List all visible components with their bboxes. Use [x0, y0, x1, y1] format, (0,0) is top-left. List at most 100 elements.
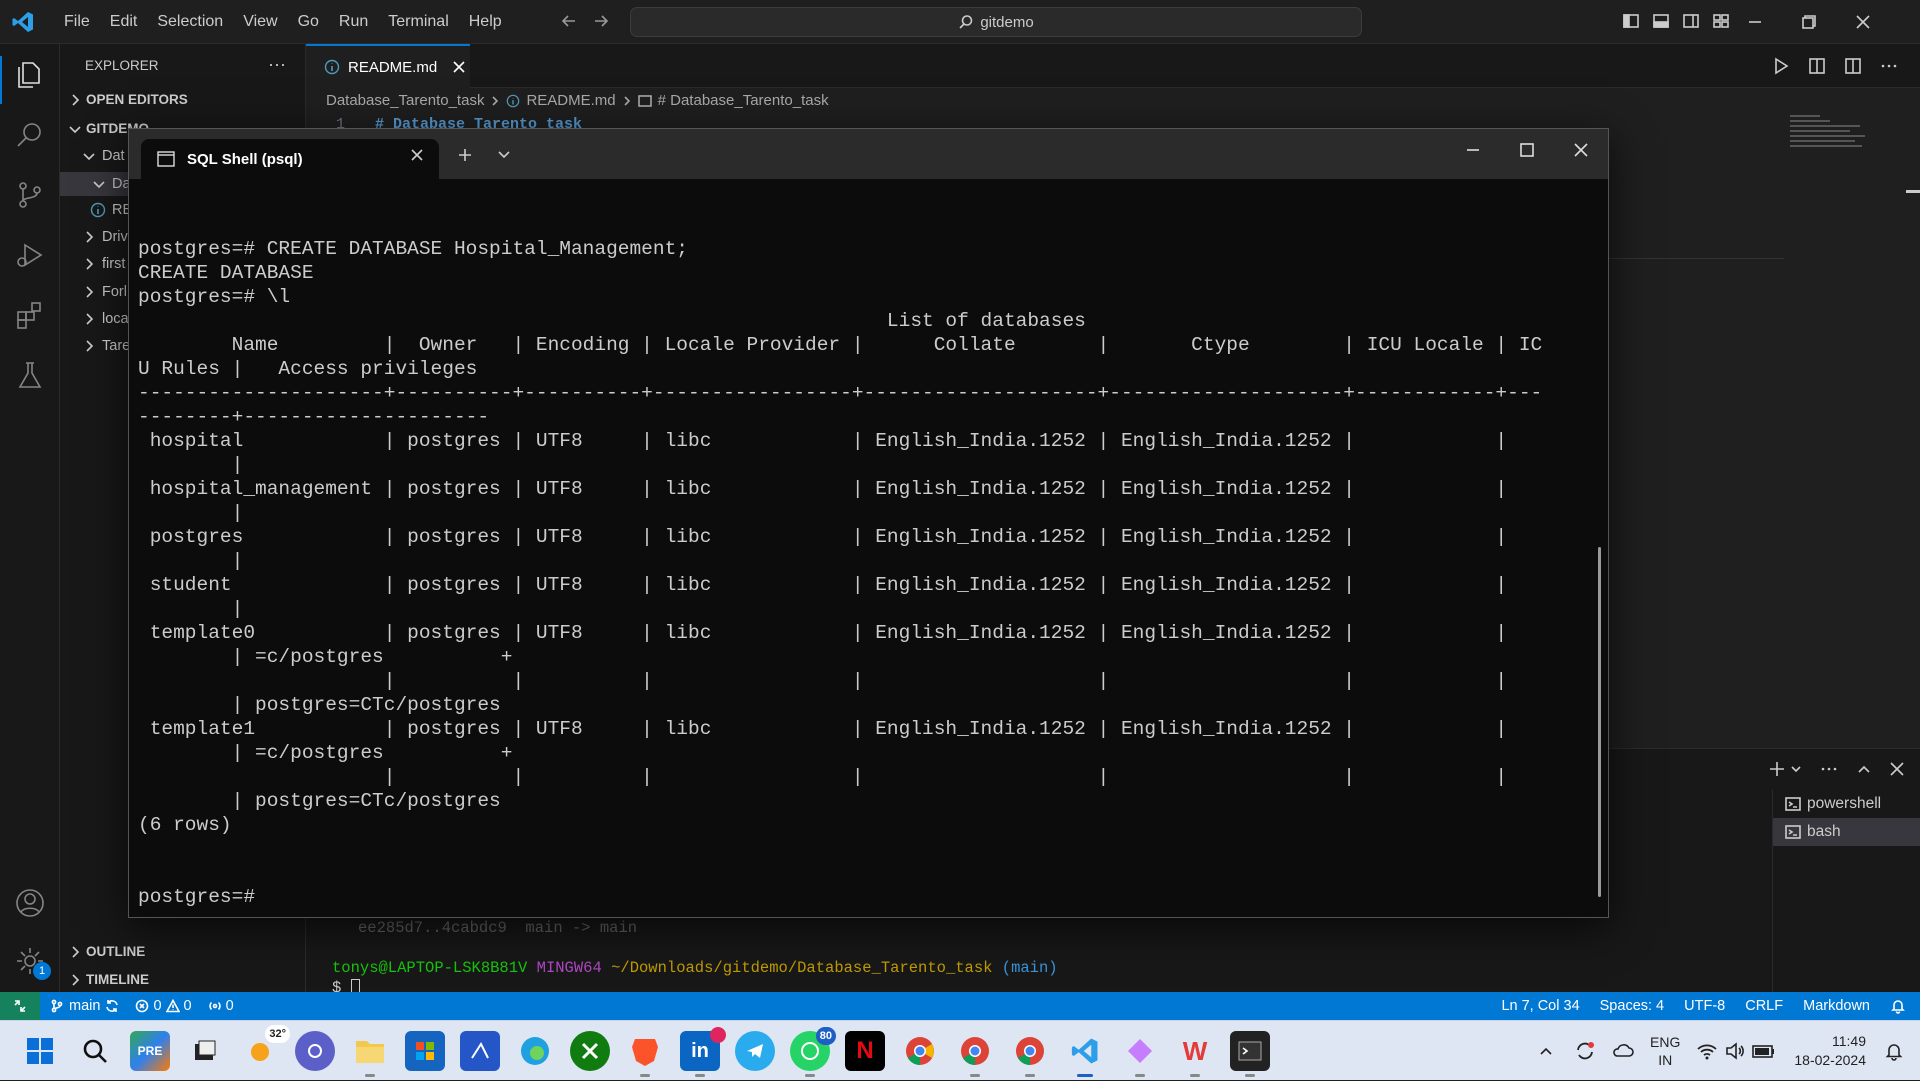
- branch-status[interactable]: main: [50, 998, 119, 1014]
- task-view-button[interactable]: [185, 1031, 225, 1071]
- tree-item-folder[interactable]: first: [82, 256, 125, 272]
- restore-icon[interactable]: [1802, 15, 1816, 29]
- close-icon[interactable]: [1574, 143, 1588, 157]
- editor-scrollbar[interactable]: [1906, 190, 1920, 193]
- language-mode[interactable]: Markdown: [1803, 998, 1870, 1014]
- start-button[interactable]: [20, 1031, 60, 1071]
- terminal-bash[interactable]: bash: [1773, 818, 1920, 846]
- end-of-line[interactable]: CRLF: [1745, 998, 1783, 1014]
- telegram-app[interactable]: [735, 1031, 775, 1071]
- minimap[interactable]: [1790, 112, 1870, 172]
- file-encoding[interactable]: UTF-8: [1684, 998, 1725, 1014]
- breadcrumb-symbol[interactable]: # Database_Tarento_task: [658, 92, 829, 109]
- teams-chat-app[interactable]: [295, 1031, 335, 1071]
- wifi-icon[interactable]: [1696, 1040, 1718, 1062]
- sync-app-icon[interactable]: [1574, 1040, 1596, 1062]
- tree-item-readme[interactable]: RE: [90, 202, 132, 218]
- tree-item-folder[interactable]: loca: [82, 311, 129, 327]
- search-icon[interactable]: [13, 118, 47, 152]
- volume-icon[interactable]: [1724, 1040, 1746, 1062]
- command-center-search[interactable]: gitdemo: [630, 7, 1362, 37]
- psql-scrollbar[interactable]: [1598, 547, 1601, 897]
- minimize-icon[interactable]: [1466, 143, 1480, 157]
- menu-file[interactable]: File: [54, 13, 100, 31]
- tree-item-folder[interactable]: Driv: [82, 229, 128, 245]
- onedrive-cloud-icon[interactable]: [1612, 1040, 1634, 1062]
- menu-run[interactable]: Run: [329, 13, 378, 31]
- close-panel-icon[interactable]: [1890, 762, 1904, 776]
- customize-layout-icon[interactable]: [1712, 12, 1730, 30]
- terminal-powershell[interactable]: powershell: [1773, 790, 1920, 818]
- wps-office-app[interactable]: W: [1175, 1031, 1215, 1077]
- menu-view[interactable]: View: [233, 13, 287, 31]
- new-terminal-icon[interactable]: [1768, 760, 1786, 778]
- battery-icon[interactable]: [1752, 1040, 1776, 1062]
- tree-item-database-folder[interactable]: Dat: [82, 148, 125, 164]
- problems-status[interactable]: 0 0: [135, 998, 192, 1014]
- indentation[interactable]: Spaces: 4: [1600, 998, 1665, 1014]
- accounts-icon[interactable]: [13, 886, 47, 920]
- run-and-debug-icon[interactable]: [13, 238, 47, 272]
- remote-indicator[interactable]: [0, 992, 40, 1020]
- minimize-icon[interactable]: [1748, 15, 1762, 29]
- taskbar-search[interactable]: [75, 1031, 115, 1071]
- toggle-secondary-sidebar-icon[interactable]: [1682, 12, 1700, 30]
- manage-settings[interactable]: 1: [13, 944, 51, 980]
- edge-browser-app[interactable]: [515, 1031, 555, 1071]
- clock[interactable]: 11:49 18-02-2024: [1794, 1032, 1866, 1070]
- menu-selection[interactable]: Selection: [147, 13, 233, 31]
- tab-sql-shell[interactable]: SQL Shell (psql): [141, 139, 439, 179]
- app-launcher-diamond[interactable]: [1120, 1031, 1160, 1077]
- vscode-app[interactable]: [1065, 1031, 1105, 1077]
- source-control-icon[interactable]: [13, 178, 47, 212]
- bash-terminal-output[interactable]: ee285d7..4cabdc9 main -> main tonys@LAPT…: [332, 918, 1058, 998]
- app-launcher-blue[interactable]: [460, 1031, 500, 1071]
- chevron-up-icon[interactable]: [1538, 1043, 1554, 1059]
- whatsapp-app[interactable]: 80: [790, 1027, 836, 1077]
- chevron-down-icon[interactable]: [497, 147, 511, 161]
- copilot-app[interactable]: PRE: [130, 1031, 170, 1071]
- open-editors-section[interactable]: OPEN EDITORS: [68, 92, 188, 107]
- close-tab-icon[interactable]: [411, 149, 423, 161]
- input-language[interactable]: ENG IN: [1650, 1033, 1680, 1069]
- open-preview-icon[interactable]: [1808, 57, 1826, 75]
- tab-readme[interactable]: README.md: [306, 44, 470, 88]
- cursor-position[interactable]: Ln 7, Col 34: [1501, 998, 1579, 1014]
- menu-terminal[interactable]: Terminal: [378, 13, 458, 31]
- breadcrumb-file[interactable]: README.md: [526, 92, 615, 109]
- chrome-app-2[interactable]: [955, 1031, 995, 1077]
- tree-item-database-subfolder[interactable]: Da: [92, 176, 131, 192]
- maximize-icon[interactable]: [1520, 143, 1534, 157]
- more-actions-icon[interactable]: [1820, 760, 1838, 778]
- netflix-app[interactable]: N: [845, 1031, 885, 1071]
- notifications-bell-icon[interactable]: [1890, 998, 1906, 1014]
- outline-section[interactable]: OUTLINE: [68, 944, 145, 959]
- new-tab-icon[interactable]: [457, 147, 473, 163]
- menu-edit[interactable]: Edit: [100, 13, 148, 31]
- linkedin-app[interactable]: in: [680, 1027, 726, 1077]
- close-tab-icon[interactable]: [453, 61, 465, 73]
- breadcrumb-folder[interactable]: Database_Tarento_task: [326, 92, 484, 109]
- chrome-app-3[interactable]: [1010, 1031, 1050, 1077]
- notification-bell-icon[interactable]: [1884, 1041, 1904, 1061]
- timeline-section[interactable]: TIMELINE: [68, 972, 149, 987]
- more-actions-icon[interactable]: [1880, 57, 1898, 75]
- file-explorer-app[interactable]: [350, 1031, 390, 1077]
- chevron-down-icon[interactable]: [1790, 763, 1802, 775]
- menu-go[interactable]: Go: [288, 13, 329, 31]
- microsoft-store-app[interactable]: [405, 1031, 445, 1071]
- toggle-primary-sidebar-icon[interactable]: [1622, 12, 1640, 30]
- tree-item-folder[interactable]: Forl: [82, 284, 127, 300]
- back-arrow-icon[interactable]: [560, 12, 578, 30]
- explorer-more-actions[interactable]: ···: [268, 54, 286, 75]
- maximize-panel-icon[interactable]: [1856, 761, 1872, 777]
- toggle-panel-icon[interactable]: [1652, 12, 1670, 30]
- explorer-icon[interactable]: [13, 58, 47, 92]
- forward-arrow-icon[interactable]: [592, 12, 610, 30]
- split-editor-icon[interactable]: [1844, 57, 1862, 75]
- chrome-app-1[interactable]: [900, 1031, 940, 1071]
- sync-icon[interactable]: [105, 999, 119, 1013]
- menu-help[interactable]: Help: [459, 13, 512, 31]
- testing-icon[interactable]: [13, 358, 47, 392]
- close-icon[interactable]: [1856, 15, 1870, 29]
